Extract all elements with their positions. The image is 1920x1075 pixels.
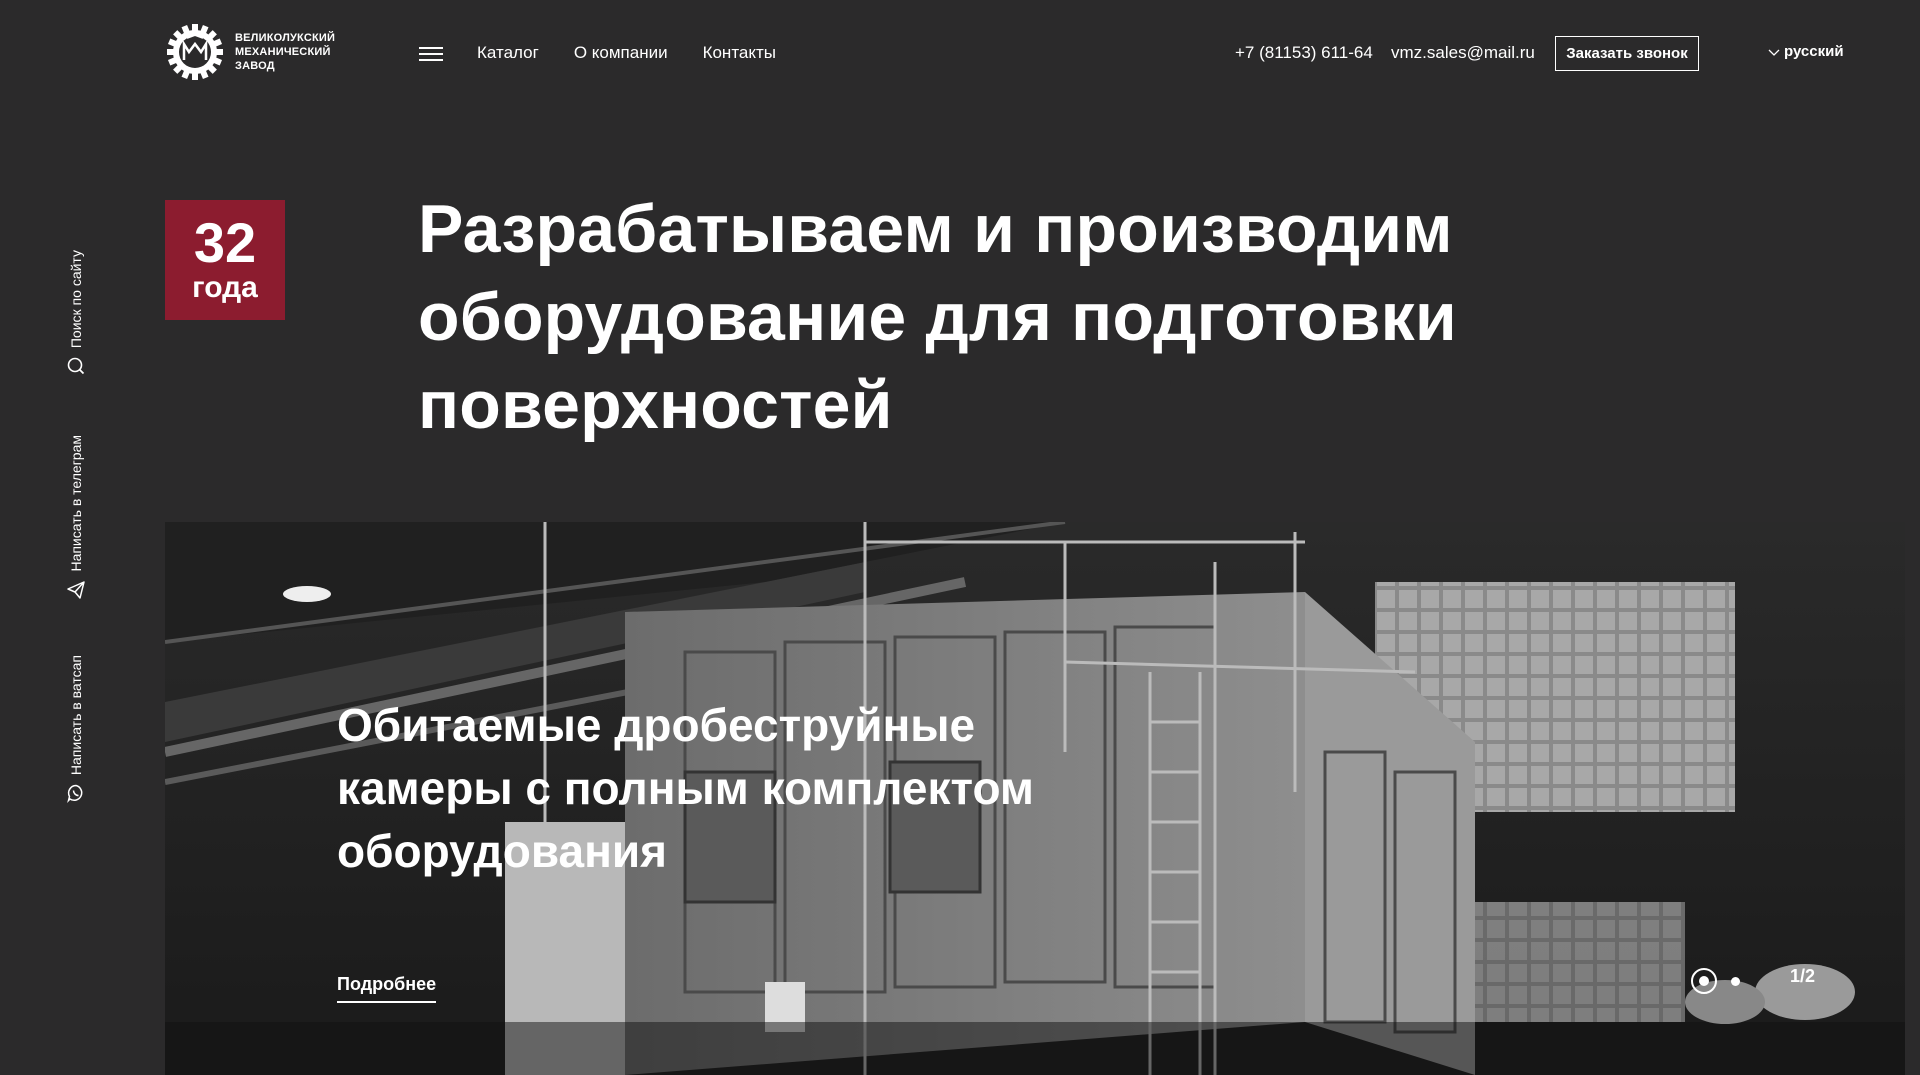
logo-gear-icon	[167, 24, 223, 80]
logo-line: ЗАВОД	[235, 60, 275, 72]
whatsapp-icon	[67, 784, 83, 804]
side-whatsapp-label: Написать в ватсап	[68, 655, 84, 776]
side-search[interactable]: Поиск по сайту	[58, 250, 94, 376]
logo-line: МЕХАНИЧЕСКИЙ	[235, 46, 331, 58]
slider-dot[interactable]	[1731, 976, 1740, 986]
hero-title: Разрабатываем и производим оборудование …	[418, 191, 1457, 443]
nav-catalog[interactable]: Каталог	[477, 43, 539, 63]
hero-slider: Обитаемые дробеструйные камеры с полным …	[165, 522, 1905, 1075]
menu-icon[interactable]	[419, 47, 443, 61]
slider-dot-active[interactable]	[1691, 968, 1717, 994]
language-selector[interactable]: русский	[1768, 43, 1844, 60]
telegram-icon	[67, 580, 85, 599]
logo-line: ВЕЛИКОЛУКСКИЙ	[235, 32, 336, 44]
logo-text: ВЕЛИКОЛУКСКИЙ МЕХАНИЧЕСКИЙ ЗАВОД	[235, 31, 335, 73]
callback-button[interactable]: Заказать звонок	[1555, 36, 1699, 71]
phone-link[interactable]: +7 (81153) 611-64	[1235, 43, 1373, 63]
slider-pagination	[1691, 968, 1740, 994]
side-search-label: Поиск по сайту	[68, 250, 84, 349]
logo[interactable]: ВЕЛИКОЛУКСКИЙ МЕХАНИЧЕСКИЙ ЗАВОД	[165, 22, 335, 82]
side-telegram[interactable]: Написать в телеграм	[58, 435, 94, 600]
nav-about[interactable]: О компании	[574, 43, 668, 63]
chevron-down-icon	[1768, 49, 1780, 56]
main-nav: Каталог О компании Контакты	[477, 43, 776, 63]
nav-contacts[interactable]: Контакты	[703, 43, 776, 63]
side-telegram-label: Написать в телеграм	[68, 435, 84, 572]
slide-title: Обитаемые дробеструйные камеры с полным …	[337, 699, 1034, 877]
search-icon	[67, 357, 85, 375]
years-number: 32	[193, 211, 257, 274]
years-badge: 32 года	[165, 200, 285, 320]
side-whatsapp[interactable]: Написать в ватсап	[58, 655, 94, 804]
page: ВЕЛИКОЛУКСКИЙ МЕХАНИЧЕСКИЙ ЗАВОД Каталог…	[0, 0, 1920, 1075]
language-label: русский	[1784, 43, 1844, 60]
side-contact-bar: Поиск по сайту Написать в телеграм Напис…	[58, 250, 94, 830]
email-link[interactable]: vmz.sales@mail.ru	[1391, 43, 1535, 63]
years-unit: года	[192, 271, 258, 304]
more-link[interactable]: Подробнее	[337, 974, 437, 1003]
slide-counter: 1/2	[1790, 966, 1816, 986]
